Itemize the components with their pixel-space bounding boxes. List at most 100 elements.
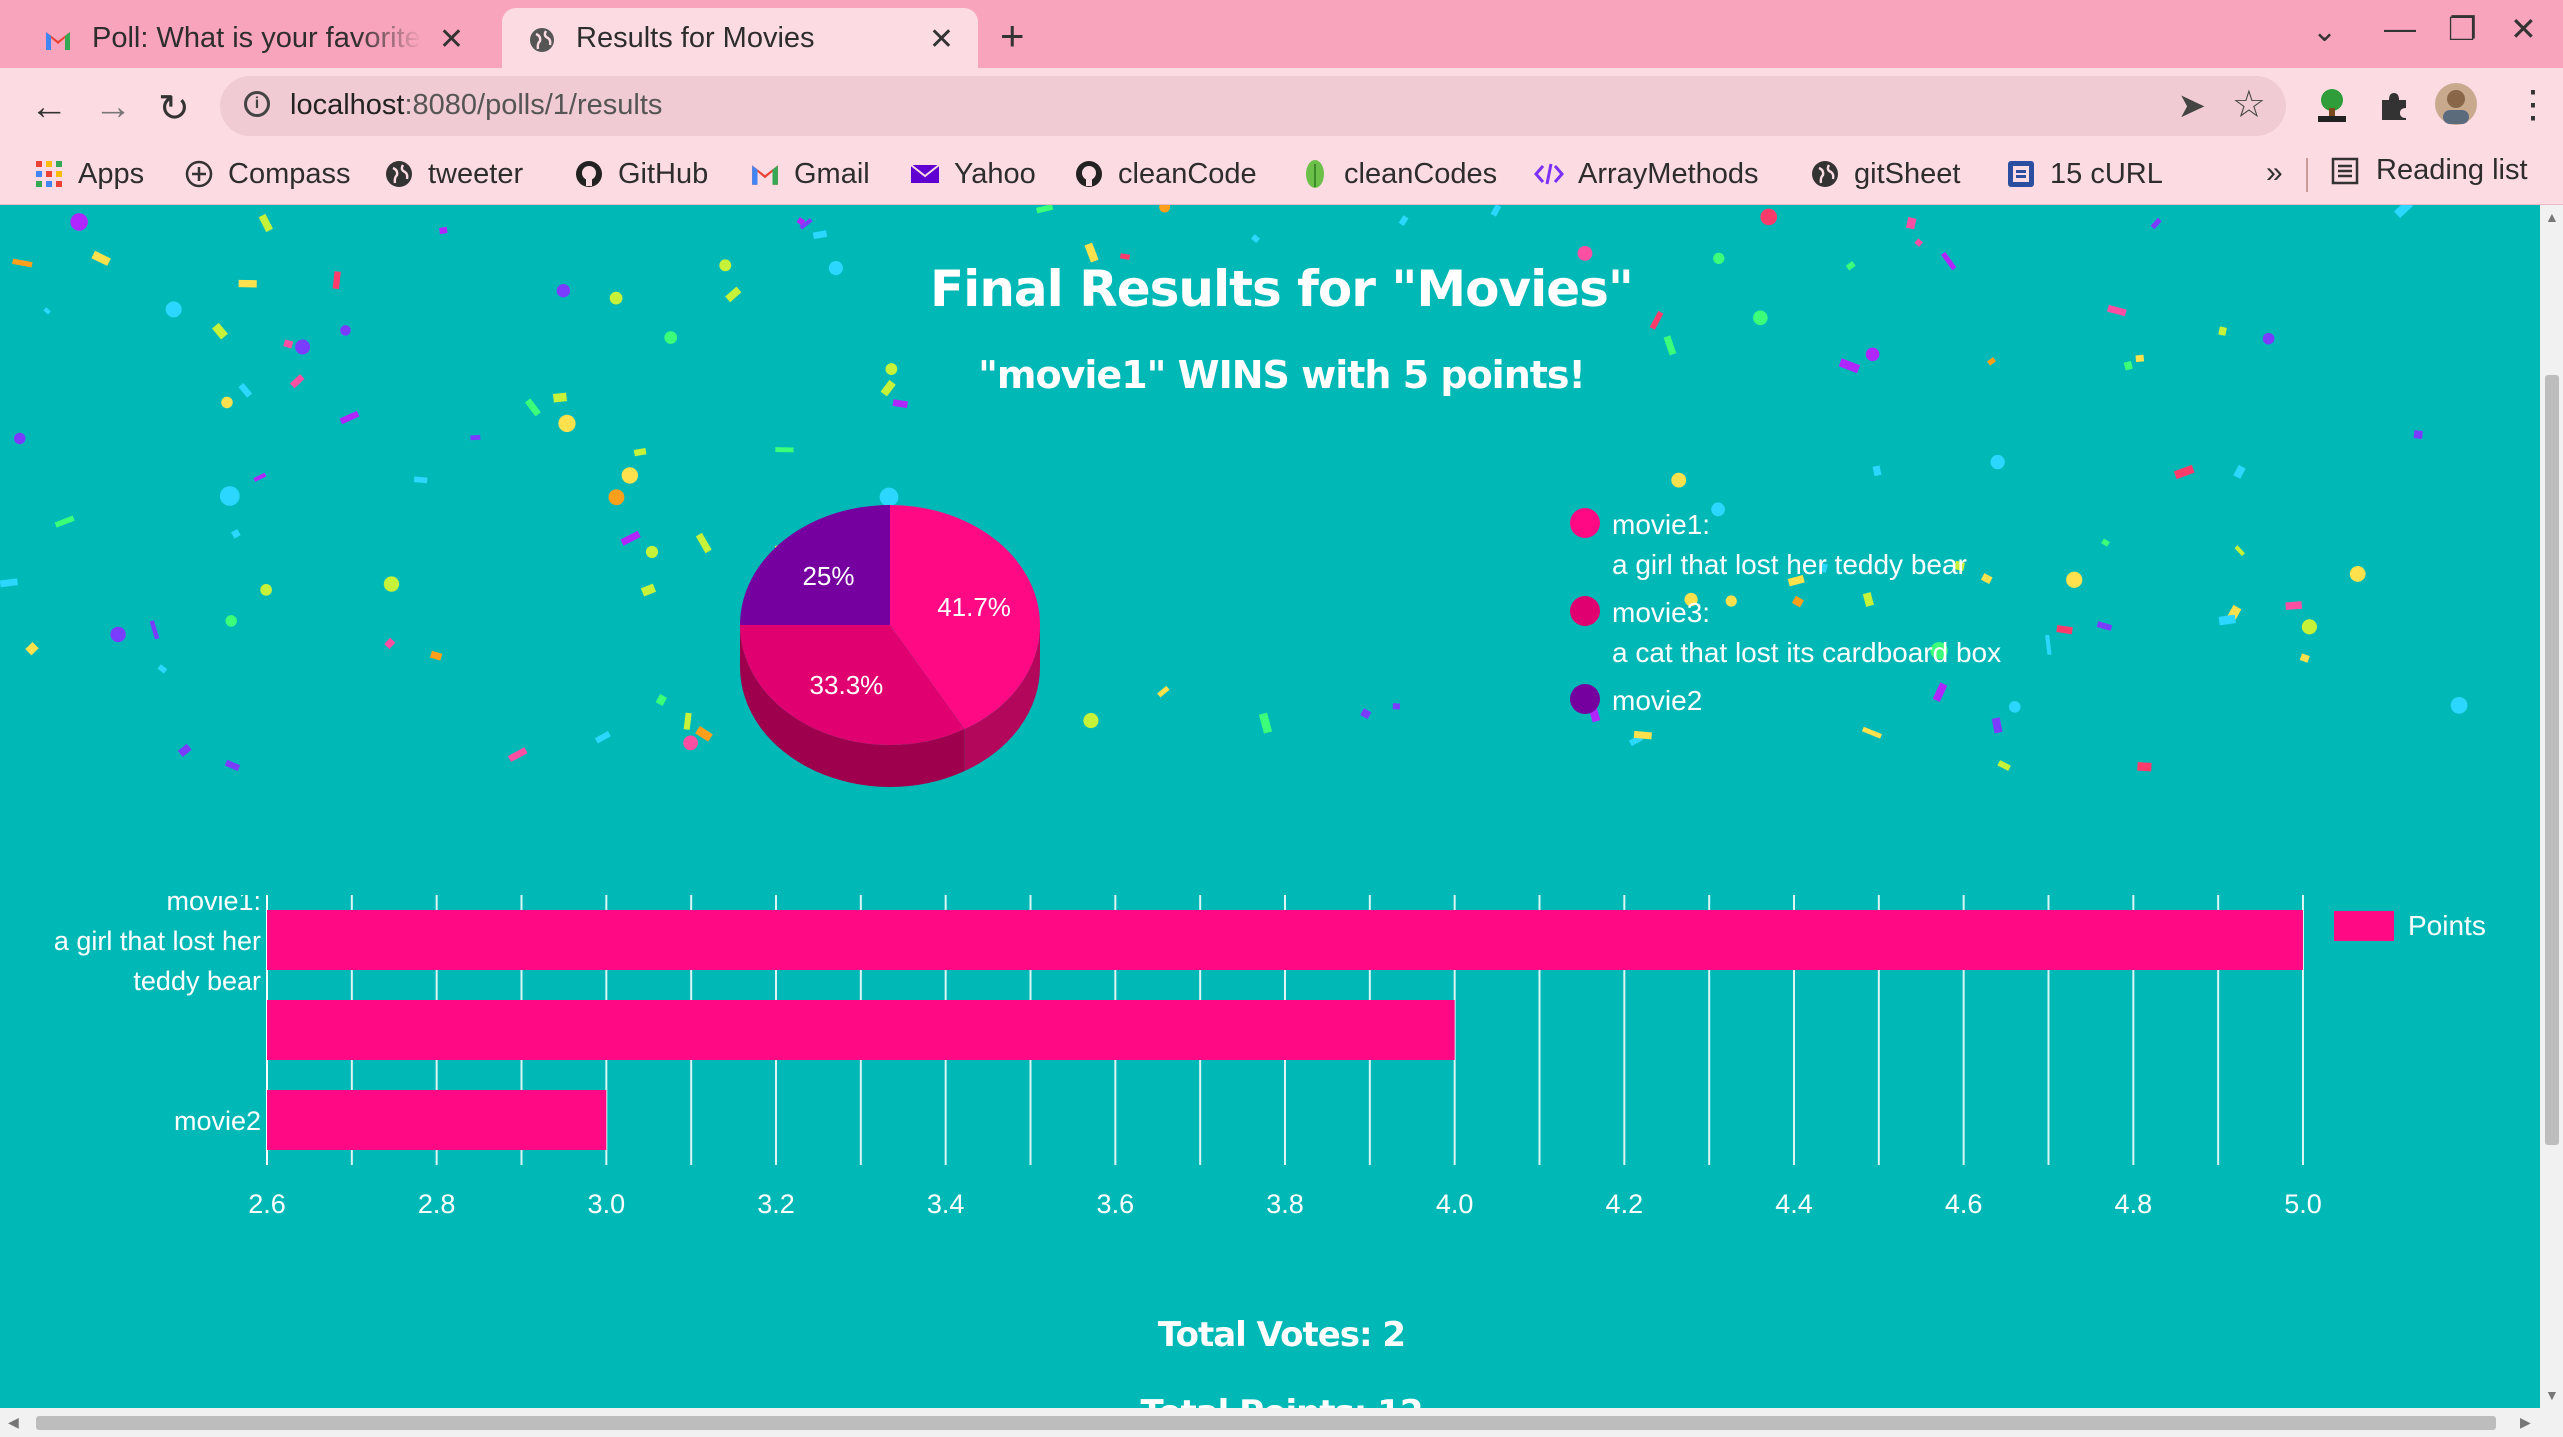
confetti-piece bbox=[429, 650, 443, 661]
category-label: a girl that lost her bbox=[54, 926, 261, 956]
confetti-piece bbox=[2056, 625, 2073, 635]
confetti-piece bbox=[1671, 472, 1687, 488]
confetti-piece bbox=[2450, 696, 2468, 714]
scroll-right-icon[interactable]: ▶ bbox=[2520, 1414, 2531, 1431]
bookmark-yahoo[interactable]: Yahoo bbox=[910, 154, 1036, 194]
confetti-piece bbox=[2393, 205, 2413, 219]
confetti-piece bbox=[260, 584, 272, 596]
leaf-icon bbox=[1306, 160, 1324, 188]
gmail-icon bbox=[752, 165, 778, 185]
confetti-piece bbox=[1251, 234, 1261, 244]
send-icon[interactable]: ➤ bbox=[2178, 86, 2207, 126]
bookmark-label: ArrayMethods bbox=[1578, 157, 1759, 190]
category-label: teddy bear bbox=[133, 966, 261, 996]
reading-list-button[interactable]: Reading list bbox=[2330, 154, 2528, 187]
bookmark-label: tweeter bbox=[428, 157, 524, 190]
confetti-piece bbox=[1392, 703, 1401, 710]
category-label: movie1: bbox=[166, 895, 261, 916]
legend-item-movie1[interactable]: movie1: a girl that lost her teddy bear bbox=[1570, 505, 1967, 585]
bookmark-arraymethods[interactable]: ArrayMethods bbox=[1534, 154, 1759, 194]
x-tick-label: 2.8 bbox=[418, 1189, 456, 1219]
confetti-piece bbox=[2218, 614, 2236, 626]
confetti-piece bbox=[2137, 762, 2152, 772]
star-icon[interactable]: ☆ bbox=[2232, 82, 2266, 127]
bookmark-gmail[interactable]: Gmail bbox=[750, 154, 870, 194]
confetti-piece bbox=[231, 528, 241, 539]
confetti-piece bbox=[1932, 682, 1948, 703]
bar[interactable] bbox=[267, 910, 2303, 970]
bar[interactable] bbox=[267, 1090, 607, 1150]
github-icon bbox=[576, 161, 602, 187]
confetti-piece bbox=[621, 467, 639, 484]
scrollbar-thumb[interactable] bbox=[2545, 375, 2559, 1145]
html-tree-extension-icon[interactable] bbox=[2312, 88, 2352, 124]
vertical-scrollbar[interactable]: ▲ ▼ bbox=[2540, 205, 2563, 1408]
confetti-piece bbox=[594, 731, 611, 744]
bar[interactable] bbox=[267, 1000, 1455, 1060]
confetti-piece bbox=[608, 489, 625, 506]
confetti-piece bbox=[2101, 538, 2110, 547]
menu-kebab-icon[interactable]: ⋮ bbox=[2514, 82, 2552, 127]
reload-icon[interactable]: ↻ bbox=[158, 86, 190, 131]
confetti-piece bbox=[221, 396, 233, 409]
bookmark-label: Gmail bbox=[794, 157, 870, 190]
scroll-up-icon[interactable]: ▲ bbox=[2545, 209, 2559, 225]
bar-legend-item[interactable]: Points bbox=[2334, 910, 2486, 942]
bookmark-github[interactable]: GitHub bbox=[574, 154, 708, 194]
category-label: movie2 bbox=[174, 1106, 261, 1136]
puzzle-extension-icon[interactable] bbox=[2376, 88, 2412, 124]
bookmark-apps[interactable]: Apps bbox=[34, 154, 144, 194]
confetti-piece bbox=[645, 545, 659, 558]
restore-icon[interactable]: ❐ bbox=[2448, 10, 2477, 48]
info-icon[interactable]: i bbox=[244, 91, 270, 117]
bookmark-cleancodes[interactable]: cleanCodes bbox=[1300, 154, 1497, 194]
chevron-down-icon[interactable]: ⌄ bbox=[2312, 14, 2337, 49]
legend-item-movie3[interactable]: movie3: a cat that lost its cardboard box bbox=[1570, 593, 2001, 673]
tab-poll[interactable]: Poll: What is your favorite ✕ bbox=[18, 8, 488, 68]
pie-slice-label: 25% bbox=[802, 561, 854, 591]
confetti-piece bbox=[2301, 619, 2317, 635]
horizontal-scrollbar[interactable]: ◀ ▶ bbox=[0, 1408, 2563, 1437]
bookmark-curl[interactable]: 15 cURL bbox=[2006, 154, 2163, 194]
address-bar[interactable]: i localhost:8080/polls/1/results ➤ ☆ bbox=[220, 76, 2286, 136]
bookmarks-overflow-button[interactable]: » bbox=[2266, 156, 2283, 190]
bookmark-label: Yahoo bbox=[954, 157, 1036, 190]
bookmark-tweeter[interactable]: tweeter bbox=[384, 154, 523, 194]
bookmark-compass[interactable]: Compass bbox=[184, 154, 351, 194]
avatar[interactable] bbox=[2434, 82, 2478, 126]
confetti-piece bbox=[683, 735, 698, 751]
close-tab-icon[interactable]: ✕ bbox=[929, 22, 954, 57]
close-tab-icon[interactable]: ✕ bbox=[439, 22, 464, 57]
bookmark-cleancode[interactable]: cleanCode bbox=[1074, 154, 1257, 194]
tab-results[interactable]: Results for Movies ✕ bbox=[502, 8, 978, 68]
close-window-icon[interactable]: ✕ bbox=[2510, 10, 2537, 48]
confetti-piece bbox=[1036, 205, 1054, 214]
confetti-piece bbox=[177, 743, 192, 757]
confetti-piece bbox=[812, 230, 828, 240]
legend-label: movie1: bbox=[1612, 509, 1711, 540]
x-tick-label: 3.0 bbox=[588, 1189, 626, 1219]
new-tab-button[interactable]: + bbox=[1000, 12, 1025, 60]
scrollbar-thumb[interactable] bbox=[36, 1416, 2496, 1430]
bar-chart: movie1: a girl that lost her teddy bear mov… bbox=[54, 895, 2322, 1219]
scroll-left-icon[interactable]: ◀ bbox=[8, 1414, 19, 1431]
legend-label: Points bbox=[2408, 910, 2486, 941]
confetti-piece bbox=[2218, 326, 2227, 336]
url-text[interactable]: localhost:8080/polls/1/results bbox=[290, 89, 662, 122]
confetti-piece bbox=[1398, 215, 1409, 227]
minimize-icon[interactable]: — bbox=[2384, 10, 2416, 47]
x-tick-label: 4.2 bbox=[1606, 1189, 1644, 1219]
confetti-piece bbox=[1258, 712, 1273, 734]
legend-item-movie2[interactable]: movie2 bbox=[1570, 681, 1702, 721]
confetti-piece bbox=[54, 515, 75, 528]
confetti-piece bbox=[211, 322, 228, 340]
forward-icon[interactable]: → bbox=[94, 86, 132, 129]
confetti-piece bbox=[2008, 701, 2021, 713]
back-icon[interactable]: ← bbox=[30, 86, 68, 129]
winner-banner: "movie1" WINS with 5 points! bbox=[978, 353, 1586, 397]
bookmark-gitsheet[interactable]: gitSheet bbox=[1810, 154, 1960, 194]
tab-title: Poll: What is your favorite bbox=[92, 22, 421, 54]
scroll-down-icon[interactable]: ▼ bbox=[2545, 1387, 2559, 1403]
confetti-piece bbox=[1760, 208, 1778, 226]
confetti-piece bbox=[879, 487, 899, 507]
